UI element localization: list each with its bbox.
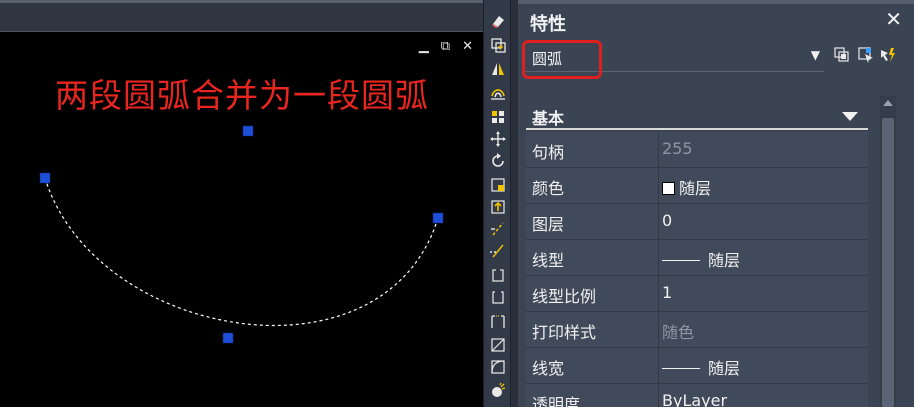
property-table: 句柄 255 颜色 随层 图层 0 线型 随层 线型比例 1 打印样式 随色 线… <box>526 132 868 407</box>
toggle-pickadd-icon[interactable] <box>832 45 852 65</box>
property-row-lineweight[interactable]: 线宽 随层 <box>526 348 868 384</box>
scale-icon[interactable] <box>486 174 510 196</box>
fillet-icon[interactable] <box>486 356 510 378</box>
panel-header: 特性 ✕ <box>518 0 914 36</box>
color-swatch-icon <box>662 182 675 195</box>
highlight-box <box>522 40 602 79</box>
arc-curve[interactable] <box>44 177 439 327</box>
property-value: 随层 <box>708 251 741 270</box>
section-basic-label: 基本 <box>532 109 565 128</box>
property-name: 线型比例 <box>532 287 597 306</box>
grip-end[interactable] <box>432 212 444 224</box>
chamfer-icon[interactable] <box>486 334 510 356</box>
property-value[interactable]: ByLayer <box>662 391 727 407</box>
quick-select-icon[interactable] <box>878 45 898 65</box>
property-value-wrap[interactable]: 随层 <box>662 355 740 379</box>
object-select-row: 圆弧 ▼ <box>518 38 914 79</box>
property-name: 打印样式 <box>532 323 597 342</box>
extend-icon[interactable] <box>486 240 510 262</box>
panel-title: 特性 <box>530 14 566 35</box>
property-value: 随层 <box>708 359 741 378</box>
eraser-icon[interactable] <box>486 10 510 32</box>
mirror-icon[interactable] <box>486 58 510 80</box>
collapse-triangle-icon[interactable] <box>842 112 858 121</box>
trim-icon[interactable] <box>486 218 510 240</box>
property-value: 255 <box>662 139 693 158</box>
grip-start[interactable] <box>39 172 51 184</box>
panel-scrollbar[interactable] <box>880 96 896 407</box>
arc-drawing[interactable] <box>0 0 483 407</box>
property-value: 随层 <box>679 179 712 198</box>
lineweight-sample-icon <box>662 368 700 369</box>
property-value[interactable]: 0 <box>662 211 672 230</box>
scroll-up-icon[interactable] <box>883 100 893 106</box>
property-value-wrap[interactable]: 随层 <box>662 175 711 199</box>
drawing-viewport[interactable]: ▁ ⧉ ✕ 两段圆弧合并为一段圆弧 <box>0 0 483 407</box>
property-row-linetype-scale[interactable]: 线型比例 1 <box>526 276 868 312</box>
select-objects-icon[interactable] <box>856 45 876 65</box>
property-row-layer[interactable]: 图层 0 <box>526 204 868 240</box>
join-icon[interactable] <box>486 310 510 332</box>
modify-toolbar <box>483 0 511 407</box>
copy-icon[interactable] <box>486 34 510 56</box>
stretch-icon[interactable] <box>486 196 510 218</box>
panel-splitter[interactable] <box>511 0 518 407</box>
property-name: 颜色 <box>532 179 565 198</box>
property-name: 透明度 <box>532 395 581 407</box>
explode-icon[interactable] <box>486 380 510 402</box>
close-icon[interactable]: ✕ <box>885 7 902 31</box>
break-at-point-icon[interactable] <box>486 264 510 286</box>
property-row-color[interactable]: 颜色 随层 <box>526 168 868 204</box>
offset-icon[interactable] <box>486 82 510 104</box>
chevron-down-icon[interactable]: ▼ <box>811 48 820 62</box>
property-row-plot-style: 打印样式 随色 <box>526 312 868 348</box>
property-row-handle: 句柄 255 <box>526 132 868 168</box>
properties-panel: 特性 ✕ 圆弧 ▼ 基本 句柄 255 颜色 随层 图层 0 线型 随层 线型比… <box>518 0 914 407</box>
grip-midpoint[interactable] <box>222 332 234 344</box>
linetype-sample-icon <box>662 260 700 261</box>
property-name: 线宽 <box>532 359 565 378</box>
property-value: 随色 <box>662 323 695 342</box>
grip-center[interactable] <box>242 125 254 137</box>
property-name: 句柄 <box>532 143 565 162</box>
move-icon[interactable] <box>486 128 510 150</box>
break-icon[interactable] <box>486 286 510 308</box>
property-value-wrap[interactable]: 随层 <box>662 247 740 271</box>
array-icon[interactable] <box>486 106 510 128</box>
property-row-linetype[interactable]: 线型 随层 <box>526 240 868 276</box>
rotate-icon[interactable] <box>486 150 510 172</box>
property-name: 线型 <box>532 251 565 270</box>
cad-window: ▁ ⧉ ✕ 两段圆弧合并为一段圆弧 特性 ✕ 圆弧 ▼ 基本 句柄 255 颜色… <box>0 0 914 407</box>
property-row-transparency[interactable]: 透明度 ByLayer <box>526 384 868 407</box>
scroll-thumb[interactable] <box>882 118 894 407</box>
property-name: 图层 <box>532 215 565 234</box>
section-basic-header[interactable]: 基本 <box>526 100 868 130</box>
property-value[interactable]: 1 <box>662 283 672 302</box>
